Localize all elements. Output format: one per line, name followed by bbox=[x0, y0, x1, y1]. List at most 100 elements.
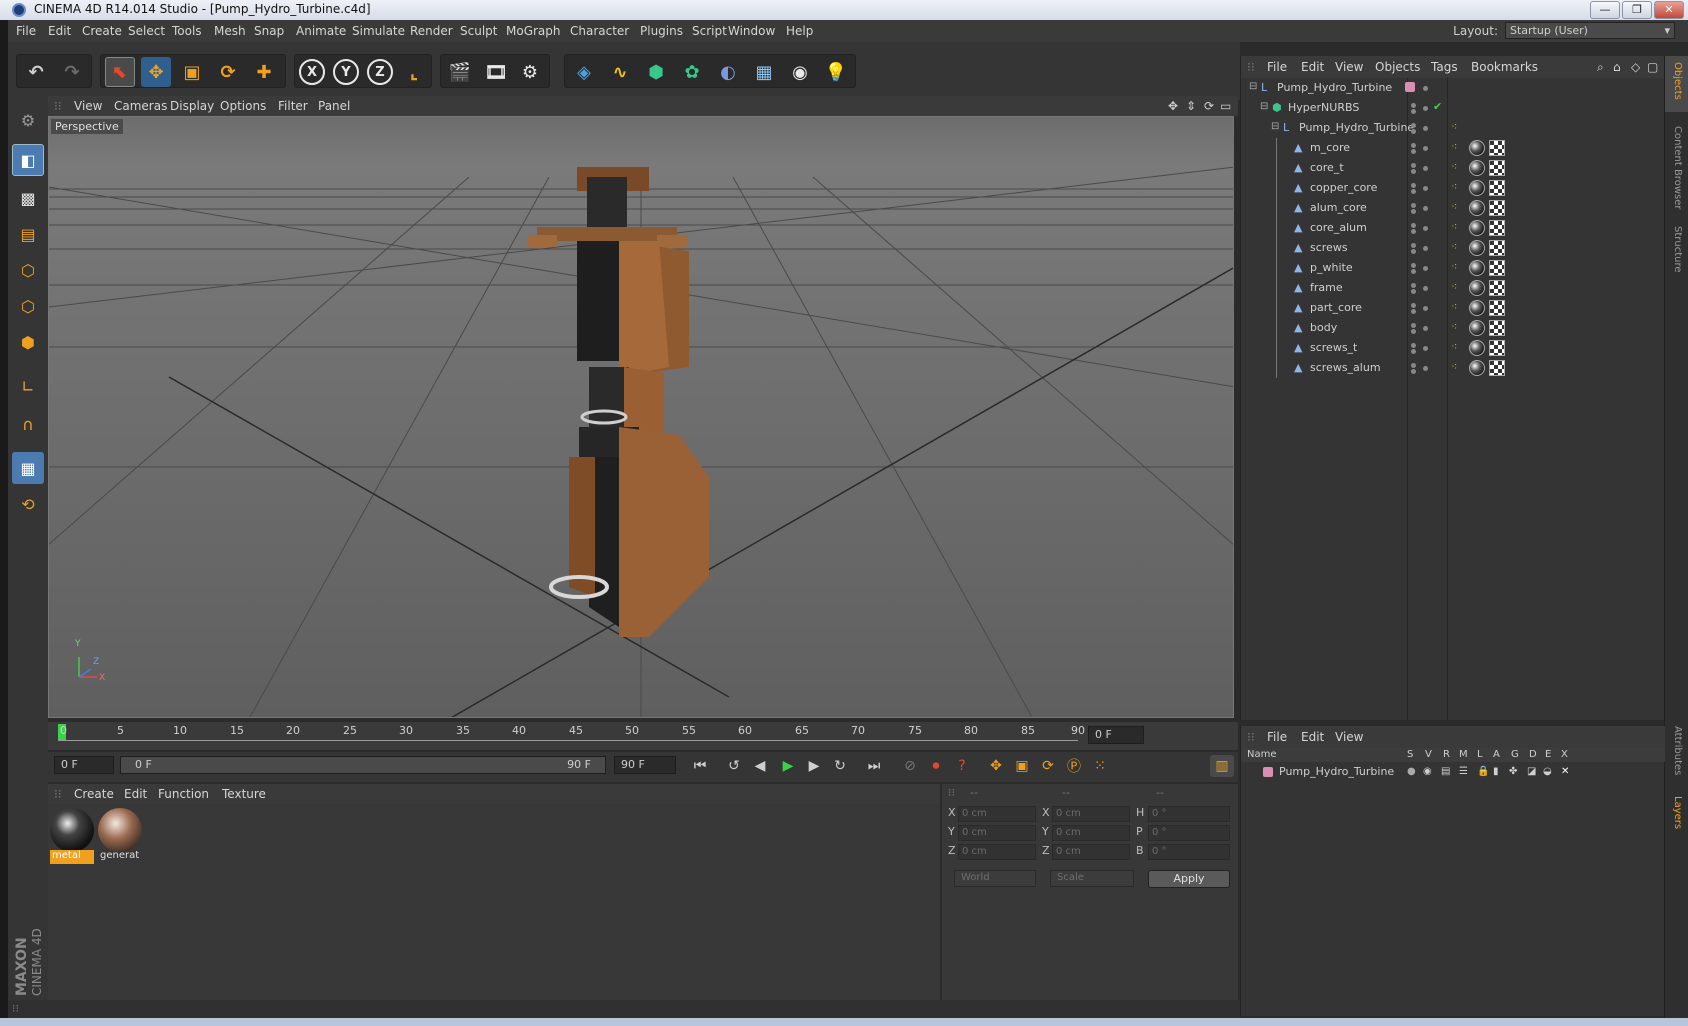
up-icon[interactable]: ◇ bbox=[1631, 60, 1640, 74]
menu-window[interactable]: Window bbox=[728, 24, 775, 38]
edges-mode-icon[interactable]: ⬡ bbox=[12, 290, 44, 322]
editor-visibility-dot[interactable] bbox=[1411, 103, 1416, 108]
keyframe-selection-icon[interactable]: ? bbox=[950, 755, 974, 777]
size-z-field[interactable]: 0 cm bbox=[1052, 844, 1130, 860]
menu-character[interactable]: Character bbox=[570, 24, 629, 38]
render-visibility-dot[interactable] bbox=[1411, 109, 1416, 114]
points-mode-icon[interactable]: ⬡ bbox=[12, 254, 44, 286]
viewport-label[interactable]: Perspective bbox=[51, 119, 123, 134]
enable-dot[interactable] bbox=[1423, 306, 1428, 311]
go-to-end-icon[interactable]: ⏭ bbox=[862, 755, 886, 777]
material-tag-icon[interactable] bbox=[1469, 160, 1485, 176]
layout-select[interactable]: Startup (User) ▾ bbox=[1505, 22, 1675, 39]
enable-dot[interactable] bbox=[1423, 86, 1428, 91]
prev-frame-icon[interactable]: ◀ bbox=[748, 755, 772, 777]
coordinate-space-select[interactable]: World bbox=[954, 870, 1036, 887]
layer-expressions-icon[interactable]: ◒ bbox=[1543, 766, 1552, 777]
phong-tag-icon[interactable]: ⁖ bbox=[1451, 140, 1457, 153]
end-frame-field[interactable]: 90 F bbox=[614, 756, 676, 774]
home-icon[interactable]: ⌂ bbox=[1613, 60, 1621, 74]
enable-dot[interactable] bbox=[1423, 266, 1428, 271]
layer-name[interactable]: Pump_Hydro_Turbine bbox=[1279, 765, 1394, 778]
render-visibility-dot[interactable] bbox=[1411, 369, 1416, 374]
model-mode-icon[interactable]: ◧ bbox=[12, 144, 44, 176]
om-menu-objects[interactable]: Objects bbox=[1375, 60, 1420, 74]
cube-icon[interactable]: ◈ bbox=[569, 57, 599, 87]
tab-content-browser[interactable]: Content Browser bbox=[1672, 126, 1683, 209]
render-settings-icon[interactable]: ⚙ bbox=[515, 57, 545, 87]
col-e[interactable]: E bbox=[1545, 749, 1551, 760]
menu-tools[interactable]: Tools bbox=[172, 24, 202, 38]
object-row[interactable]: ▲ screws ⁖ bbox=[1241, 238, 1665, 258]
phong-tag-icon[interactable]: ⁖ bbox=[1451, 120, 1457, 133]
menu-mograph[interactable]: MoGraph bbox=[506, 24, 561, 38]
editor-visibility-dot[interactable] bbox=[1411, 283, 1416, 288]
enable-dot[interactable] bbox=[1423, 106, 1428, 111]
object-name[interactable]: copper_core bbox=[1310, 181, 1377, 194]
object-name[interactable]: screws_alum bbox=[1310, 361, 1381, 374]
enable-dot[interactable] bbox=[1423, 366, 1428, 371]
editor-visibility-dot[interactable] bbox=[1411, 323, 1416, 328]
menu-file[interactable]: File bbox=[16, 24, 36, 38]
texture-tag-icon[interactable] bbox=[1489, 200, 1505, 216]
layer-solo-icon[interactable]: ● bbox=[1407, 766, 1416, 777]
material-tag-icon[interactable] bbox=[1469, 200, 1485, 216]
col-m[interactable]: M bbox=[1459, 749, 1468, 760]
rotation-b-field[interactable]: 0 ° bbox=[1148, 844, 1230, 860]
enable-dot[interactable] bbox=[1423, 166, 1428, 171]
tab-structure[interactable]: Structure bbox=[1672, 226, 1683, 273]
next-frame-icon[interactable]: ▶ bbox=[802, 755, 826, 777]
restore-button[interactable]: ❐ bbox=[1622, 1, 1652, 19]
autokey-icon[interactable]: ⏺ bbox=[924, 755, 948, 777]
viewport-menu-panel[interactable]: Panel bbox=[318, 99, 350, 113]
position-y-field[interactable]: 0 cm bbox=[958, 825, 1036, 841]
object-row[interactable]: ▲ body ⁖ bbox=[1241, 318, 1665, 338]
menu-animate[interactable]: Animate bbox=[296, 24, 346, 38]
object-name[interactable]: m_core bbox=[1310, 141, 1350, 154]
render-visibility-dot[interactable] bbox=[1411, 169, 1416, 174]
object-row[interactable]: ▲ core_t ⁖ bbox=[1241, 158, 1665, 178]
col-name[interactable]: Name bbox=[1247, 749, 1277, 760]
material-label[interactable]: metal bbox=[50, 850, 94, 864]
object-name[interactable]: body bbox=[1310, 321, 1337, 334]
phong-tag-icon[interactable]: ⁖ bbox=[1451, 280, 1457, 293]
phong-tag-icon[interactable]: ⁖ bbox=[1451, 340, 1457, 353]
texture-tag-icon[interactable] bbox=[1489, 360, 1505, 376]
layer-xref-icon[interactable]: ✕ bbox=[1561, 766, 1569, 777]
expand-toggle-icon[interactable]: ⊟ bbox=[1260, 101, 1268, 112]
phong-tag-icon[interactable]: ⁖ bbox=[1451, 320, 1457, 333]
workplane-icon[interactable]: ▤ bbox=[12, 218, 44, 250]
menu-edit[interactable]: Edit bbox=[48, 24, 71, 38]
editor-visibility-dot[interactable] bbox=[1411, 223, 1416, 228]
editor-visibility-dot[interactable] bbox=[1411, 183, 1416, 188]
object-row[interactable]: ▲ copper_core ⁖ bbox=[1241, 178, 1665, 198]
object-row[interactable]: ⊟ L Pump_Hydro_Turbine ⁖ bbox=[1241, 118, 1665, 138]
texture-tag-icon[interactable] bbox=[1489, 160, 1505, 176]
phong-tag-icon[interactable]: ⁖ bbox=[1451, 260, 1457, 273]
camera-icon[interactable]: ◉ bbox=[785, 57, 815, 87]
key-scale-icon[interactable]: ▣ bbox=[1010, 755, 1034, 777]
layer-render-icon[interactable]: ▤ bbox=[1441, 766, 1450, 777]
lock-workplane-icon[interactable]: ⟲ bbox=[12, 488, 44, 520]
om-menu-tags[interactable]: Tags bbox=[1431, 60, 1458, 74]
object-row[interactable]: ⊟ L Pump_Hydro_Turbine bbox=[1241, 78, 1665, 98]
menu-plugins[interactable]: Plugins bbox=[640, 24, 683, 38]
object-row[interactable]: ▲ alum_core ⁖ bbox=[1241, 198, 1665, 218]
phong-tag-icon[interactable]: ⁖ bbox=[1451, 180, 1457, 193]
editor-visibility-dot[interactable] bbox=[1405, 82, 1415, 92]
object-row[interactable]: ▲ part_core ⁖ bbox=[1241, 298, 1665, 318]
layer-animation-icon[interactable]: ▮ bbox=[1493, 766, 1499, 777]
scale-icon[interactable]: ▣ bbox=[177, 57, 207, 87]
undo-icon[interactable]: ↶ bbox=[21, 57, 51, 87]
next-key-icon[interactable]: ↻ bbox=[828, 755, 852, 777]
enable-dot[interactable] bbox=[1423, 226, 1428, 231]
object-name[interactable]: Pump_Hydro_Turbine bbox=[1277, 81, 1392, 94]
phong-tag-icon[interactable]: ⁖ bbox=[1451, 160, 1457, 173]
menu-simulate[interactable]: Simulate bbox=[352, 24, 405, 38]
col-v[interactable]: V bbox=[1425, 749, 1432, 760]
texture-tag-icon[interactable] bbox=[1489, 320, 1505, 336]
object-row[interactable]: ▲ p_white ⁖ bbox=[1241, 258, 1665, 278]
material-menu-function[interactable]: Function bbox=[158, 787, 209, 801]
col-l[interactable]: L bbox=[1477, 749, 1483, 760]
render-visibility-dot[interactable] bbox=[1411, 309, 1416, 314]
